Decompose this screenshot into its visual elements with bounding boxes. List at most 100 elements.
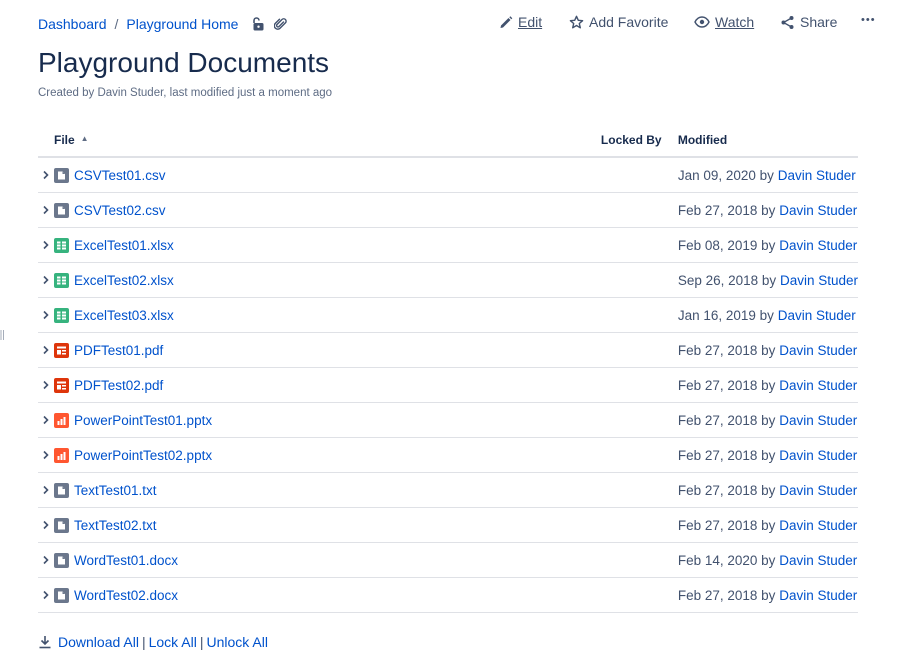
file-cell: PDFTest01.pdf <box>38 332 601 368</box>
star-icon <box>569 15 584 28</box>
file-name-link[interactable]: ExcelTest02.xlsx <box>74 273 174 288</box>
modified-by-label: by <box>761 517 776 533</box>
chevron-right-icon[interactable] <box>38 240 54 250</box>
footer-separator: | <box>199 634 204 650</box>
edit-label: Edit <box>518 14 543 30</box>
file-name-link[interactable]: CSVTest02.csv <box>74 203 166 218</box>
chevron-right-icon[interactable] <box>38 345 54 355</box>
table-row: WordTest02.docx Feb 27, 2018 by Davin Stu… <box>38 577 858 613</box>
chevron-right-icon[interactable] <box>38 275 54 285</box>
chevron-right-icon[interactable] <box>38 170 54 180</box>
modified-user-link[interactable]: Davin Studer <box>779 378 857 393</box>
locked-by-cell <box>600 227 678 263</box>
modified-user-link[interactable]: Davin Studer <box>779 203 857 218</box>
page-title: Playground Documents <box>38 47 330 78</box>
file-name-link[interactable]: PDFTest01.pdf <box>74 343 163 358</box>
spreadsheet-icon <box>54 237 69 253</box>
modified-by-label: by <box>759 307 774 323</box>
sort-ascending-icon: ▲ <box>80 133 89 143</box>
column-header-file[interactable]: File ▲ <box>38 123 601 158</box>
modified-user-link[interactable]: Davin Studer <box>779 553 857 568</box>
chevron-right-icon[interactable] <box>38 555 54 565</box>
file-name-link[interactable]: ExcelTest01.xlsx <box>74 238 174 253</box>
presentation-icon <box>54 447 69 463</box>
column-header-file-label: File <box>54 132 75 147</box>
file-name-link[interactable]: PowerPointTest02.pptx <box>74 448 212 463</box>
table-row: PowerPointTest01.pptx Feb 27, 2018 by Dav… <box>38 402 858 438</box>
modified-user-link[interactable]: Davin Studer <box>779 343 857 358</box>
share-button[interactable]: Share <box>780 14 837 30</box>
file-cell: CSVTest02.csv <box>38 192 601 228</box>
ellipsis-icon: ••• <box>861 14 876 26</box>
modified-date: Feb 14, 2020 <box>677 552 758 568</box>
chevron-right-icon[interactable] <box>38 310 54 320</box>
modified-user-link[interactable]: Davin Studer <box>780 273 858 288</box>
table-row: PDFTest02.pdf Feb 27, 2018 by Davin Stude… <box>38 367 858 403</box>
add-favorite-button[interactable]: Add Favorite <box>569 14 668 30</box>
file-cell: PowerPointTest01.pptx <box>38 402 601 438</box>
resize-handle-icon[interactable] <box>0 327 5 340</box>
locked-by-cell <box>600 577 678 613</box>
column-header-locked-by[interactable]: Locked By <box>600 123 678 158</box>
modified-user-link[interactable]: Davin Studer <box>779 238 857 253</box>
file-name-link[interactable]: TextTest02.txt <box>74 518 157 533</box>
modified-user-link[interactable]: Davin Studer <box>779 518 857 533</box>
modified-user-link[interactable]: Davin Studer <box>779 588 857 603</box>
table-row: WordTest01.docx Feb 14, 2020 by Davin Stu… <box>38 542 858 578</box>
chevron-right-icon[interactable] <box>38 205 54 215</box>
footer-separator: | <box>141 634 146 650</box>
locked-by-cell <box>600 507 678 543</box>
page-actions: Edit Add Favorite Watch Share ••• <box>0 14 918 34</box>
file-cell: CSVTest01.csv <box>38 157 601 193</box>
modified-date: Feb 27, 2018 <box>677 377 758 393</box>
share-icon <box>781 15 794 29</box>
edit-button[interactable]: Edit <box>499 14 542 30</box>
file-cell: ExcelTest01.xlsx <box>38 227 601 263</box>
chevron-right-icon[interactable] <box>38 450 54 460</box>
more-actions-button[interactable]: ••• <box>861 14 876 26</box>
page-header: Dashboard / Playground Home Edit Add Fav… <box>0 0 918 48</box>
file-icon <box>54 482 69 498</box>
modified-cell: Feb 27, 2018 by Davin Studer <box>677 367 858 403</box>
download-all-link[interactable]: Download All <box>58 634 139 650</box>
file-name-link[interactable]: WordTest01.docx <box>74 553 178 568</box>
chevron-right-icon[interactable] <box>38 415 54 425</box>
table-row: CSVTest02.csv Feb 27, 2018 by Davin Stude… <box>38 192 858 228</box>
modified-cell: Feb 27, 2018 by Davin Studer <box>677 472 858 508</box>
file-cell: ExcelTest02.xlsx <box>38 262 601 298</box>
modified-user-link[interactable]: Davin Studer <box>779 483 857 498</box>
file-name-link[interactable]: PowerPointTest01.pptx <box>74 413 212 428</box>
modified-by-label: by <box>761 587 776 603</box>
table-row: PDFTest01.pdf Feb 27, 2018 by Davin Stude… <box>38 332 858 368</box>
file-name-link[interactable]: ExcelTest03.xlsx <box>74 308 174 323</box>
file-icon <box>54 517 69 533</box>
modified-user-link[interactable]: Davin Studer <box>779 413 857 428</box>
file-cell: ExcelTest03.xlsx <box>38 297 601 333</box>
chevron-right-icon[interactable] <box>38 590 54 600</box>
table-row: TextTest01.txt Feb 27, 2018 by Davin Stud… <box>38 472 858 508</box>
column-header-modified[interactable]: Modified <box>677 123 858 158</box>
modified-user-link[interactable]: Davin Studer <box>778 308 856 323</box>
file-icon <box>54 552 69 568</box>
page-byline: Created by Davin Studer, last modified j… <box>38 87 332 99</box>
modified-cell: Feb 27, 2018 by Davin Studer <box>677 402 858 438</box>
watch-button[interactable]: Watch <box>694 14 754 30</box>
lock-all-link[interactable]: Lock All <box>149 634 197 650</box>
locked-by-cell <box>600 157 678 193</box>
unlock-all-link[interactable]: Unlock All <box>206 634 267 650</box>
modified-cell: Feb 27, 2018 by Davin Studer <box>677 577 858 613</box>
table-row: ExcelTest01.xlsx Feb 08, 2019 by Davin St… <box>38 227 858 263</box>
file-cell: WordTest02.docx <box>38 577 601 613</box>
byline-time-link[interactable]: just a moment ago <box>237 87 332 99</box>
modified-by-label: by <box>761 272 777 288</box>
chevron-right-icon[interactable] <box>38 520 54 530</box>
modified-user-link[interactable]: Davin Studer <box>779 448 857 463</box>
modified-user-link[interactable]: Davin Studer <box>778 168 856 183</box>
chevron-right-icon[interactable] <box>38 380 54 390</box>
chevron-right-icon[interactable] <box>38 485 54 495</box>
file-name-link[interactable]: CSVTest01.csv <box>74 168 166 183</box>
file-name-link[interactable]: PDFTest02.pdf <box>74 378 163 393</box>
file-name-link[interactable]: WordTest02.docx <box>74 588 178 603</box>
file-name-link[interactable]: TextTest01.txt <box>74 483 157 498</box>
modified-by-label: by <box>759 167 774 183</box>
